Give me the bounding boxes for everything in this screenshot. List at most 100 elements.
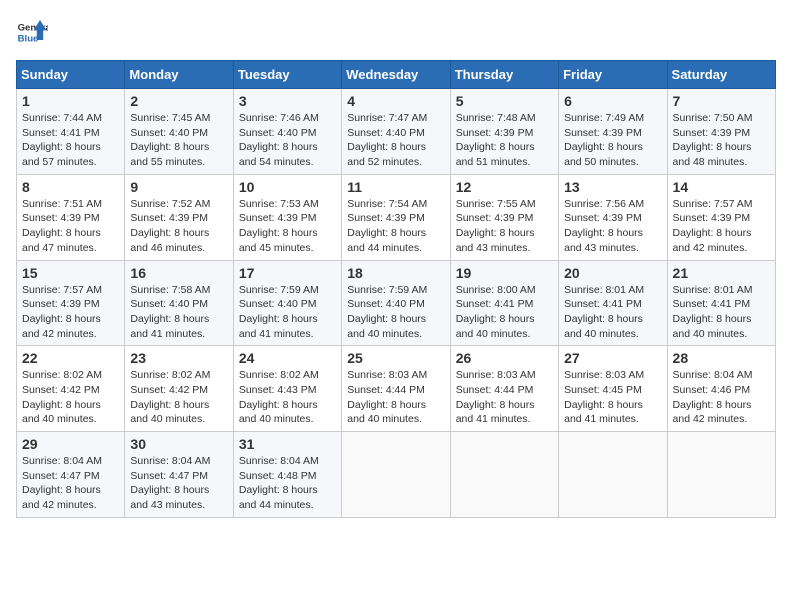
day-cell-21: 21 Sunrise: 8:01 AM Sunset: 4:41 PM Dayl… <box>667 260 775 346</box>
day-info: Sunrise: 7:51 AM Sunset: 4:39 PM Dayligh… <box>22 197 119 256</box>
day-number: 10 <box>239 179 336 195</box>
empty-cell <box>342 432 450 518</box>
day-info: Sunrise: 7:50 AM Sunset: 4:39 PM Dayligh… <box>673 111 770 170</box>
calendar-week-5: 29 Sunrise: 8:04 AM Sunset: 4:47 PM Dayl… <box>17 432 776 518</box>
header-friday: Friday <box>559 61 667 89</box>
day-number: 26 <box>456 350 553 366</box>
day-number: 5 <box>456 93 553 109</box>
day-info: Sunrise: 8:04 AM Sunset: 4:47 PM Dayligh… <box>22 454 119 513</box>
day-info: Sunrise: 7:46 AM Sunset: 4:40 PM Dayligh… <box>239 111 336 170</box>
svg-text:Blue: Blue <box>18 34 39 45</box>
day-info: Sunrise: 8:04 AM Sunset: 4:48 PM Dayligh… <box>239 454 336 513</box>
day-number: 21 <box>673 265 770 281</box>
day-info: Sunrise: 7:55 AM Sunset: 4:39 PM Dayligh… <box>456 197 553 256</box>
day-cell-19: 19 Sunrise: 8:00 AM Sunset: 4:41 PM Dayl… <box>450 260 558 346</box>
day-number: 4 <box>347 93 444 109</box>
day-info: Sunrise: 8:01 AM Sunset: 4:41 PM Dayligh… <box>564 283 661 342</box>
day-cell-7: 7 Sunrise: 7:50 AM Sunset: 4:39 PM Dayli… <box>667 89 775 175</box>
day-info: Sunrise: 7:54 AM Sunset: 4:39 PM Dayligh… <box>347 197 444 256</box>
day-cell-30: 30 Sunrise: 8:04 AM Sunset: 4:47 PM Dayl… <box>125 432 233 518</box>
day-number: 3 <box>239 93 336 109</box>
day-number: 16 <box>130 265 227 281</box>
day-number: 6 <box>564 93 661 109</box>
day-number: 11 <box>347 179 444 195</box>
day-cell-10: 10 Sunrise: 7:53 AM Sunset: 4:39 PM Dayl… <box>233 174 341 260</box>
header-monday: Monday <box>125 61 233 89</box>
day-cell-31: 31 Sunrise: 8:04 AM Sunset: 4:48 PM Dayl… <box>233 432 341 518</box>
day-cell-20: 20 Sunrise: 8:01 AM Sunset: 4:41 PM Dayl… <box>559 260 667 346</box>
day-number: 27 <box>564 350 661 366</box>
logo: General Blue <box>16 16 52 48</box>
day-number: 22 <box>22 350 119 366</box>
calendar-week-4: 22 Sunrise: 8:02 AM Sunset: 4:42 PM Dayl… <box>17 346 776 432</box>
header-tuesday: Tuesday <box>233 61 341 89</box>
day-info: Sunrise: 7:59 AM Sunset: 4:40 PM Dayligh… <box>347 283 444 342</box>
day-cell-25: 25 Sunrise: 8:03 AM Sunset: 4:44 PM Dayl… <box>342 346 450 432</box>
day-number: 29 <box>22 436 119 452</box>
day-info: Sunrise: 7:59 AM Sunset: 4:40 PM Dayligh… <box>239 283 336 342</box>
day-info: Sunrise: 7:58 AM Sunset: 4:40 PM Dayligh… <box>130 283 227 342</box>
day-number: 23 <box>130 350 227 366</box>
day-number: 28 <box>673 350 770 366</box>
day-number: 17 <box>239 265 336 281</box>
day-cell-9: 9 Sunrise: 7:52 AM Sunset: 4:39 PM Dayli… <box>125 174 233 260</box>
day-cell-27: 27 Sunrise: 8:03 AM Sunset: 4:45 PM Dayl… <box>559 346 667 432</box>
day-cell-16: 16 Sunrise: 7:58 AM Sunset: 4:40 PM Dayl… <box>125 260 233 346</box>
day-number: 8 <box>22 179 119 195</box>
day-number: 30 <box>130 436 227 452</box>
page-header: General Blue <box>16 16 776 48</box>
day-number: 24 <box>239 350 336 366</box>
day-number: 13 <box>564 179 661 195</box>
day-info: Sunrise: 7:49 AM Sunset: 4:39 PM Dayligh… <box>564 111 661 170</box>
day-number: 15 <box>22 265 119 281</box>
day-info: Sunrise: 7:47 AM Sunset: 4:40 PM Dayligh… <box>347 111 444 170</box>
day-cell-18: 18 Sunrise: 7:59 AM Sunset: 4:40 PM Dayl… <box>342 260 450 346</box>
empty-cell <box>450 432 558 518</box>
day-cell-29: 29 Sunrise: 8:04 AM Sunset: 4:47 PM Dayl… <box>17 432 125 518</box>
day-cell-14: 14 Sunrise: 7:57 AM Sunset: 4:39 PM Dayl… <box>667 174 775 260</box>
day-cell-3: 3 Sunrise: 7:46 AM Sunset: 4:40 PM Dayli… <box>233 89 341 175</box>
day-number: 25 <box>347 350 444 366</box>
day-cell-12: 12 Sunrise: 7:55 AM Sunset: 4:39 PM Dayl… <box>450 174 558 260</box>
day-info: Sunrise: 7:56 AM Sunset: 4:39 PM Dayligh… <box>564 197 661 256</box>
day-info: Sunrise: 8:00 AM Sunset: 4:41 PM Dayligh… <box>456 283 553 342</box>
day-info: Sunrise: 8:02 AM Sunset: 4:43 PM Dayligh… <box>239 368 336 427</box>
day-number: 1 <box>22 93 119 109</box>
day-number: 14 <box>673 179 770 195</box>
day-cell-17: 17 Sunrise: 7:59 AM Sunset: 4:40 PM Dayl… <box>233 260 341 346</box>
day-number: 18 <box>347 265 444 281</box>
day-cell-15: 15 Sunrise: 7:57 AM Sunset: 4:39 PM Dayl… <box>17 260 125 346</box>
day-cell-1: 1 Sunrise: 7:44 AM Sunset: 4:41 PM Dayli… <box>17 89 125 175</box>
day-info: Sunrise: 8:03 AM Sunset: 4:44 PM Dayligh… <box>347 368 444 427</box>
day-cell-11: 11 Sunrise: 7:54 AM Sunset: 4:39 PM Dayl… <box>342 174 450 260</box>
day-cell-5: 5 Sunrise: 7:48 AM Sunset: 4:39 PM Dayli… <box>450 89 558 175</box>
day-cell-24: 24 Sunrise: 8:02 AM Sunset: 4:43 PM Dayl… <box>233 346 341 432</box>
day-number: 9 <box>130 179 227 195</box>
calendar-table: Sunday Monday Tuesday Wednesday Thursday… <box>16 60 776 518</box>
day-number: 12 <box>456 179 553 195</box>
header-sunday: Sunday <box>17 61 125 89</box>
day-cell-2: 2 Sunrise: 7:45 AM Sunset: 4:40 PM Dayli… <box>125 89 233 175</box>
day-info: Sunrise: 7:48 AM Sunset: 4:39 PM Dayligh… <box>456 111 553 170</box>
day-info: Sunrise: 8:04 AM Sunset: 4:47 PM Dayligh… <box>130 454 227 513</box>
day-info: Sunrise: 8:03 AM Sunset: 4:44 PM Dayligh… <box>456 368 553 427</box>
day-info: Sunrise: 7:57 AM Sunset: 4:39 PM Dayligh… <box>673 197 770 256</box>
empty-cell <box>667 432 775 518</box>
day-cell-22: 22 Sunrise: 8:02 AM Sunset: 4:42 PM Dayl… <box>17 346 125 432</box>
day-number: 20 <box>564 265 661 281</box>
logo-icon: General Blue <box>16 16 48 48</box>
header-row: Sunday Monday Tuesday Wednesday Thursday… <box>17 61 776 89</box>
day-info: Sunrise: 7:44 AM Sunset: 4:41 PM Dayligh… <box>22 111 119 170</box>
day-cell-26: 26 Sunrise: 8:03 AM Sunset: 4:44 PM Dayl… <box>450 346 558 432</box>
calendar-week-2: 8 Sunrise: 7:51 AM Sunset: 4:39 PM Dayli… <box>17 174 776 260</box>
day-number: 19 <box>456 265 553 281</box>
day-cell-6: 6 Sunrise: 7:49 AM Sunset: 4:39 PM Dayli… <box>559 89 667 175</box>
day-number: 7 <box>673 93 770 109</box>
day-cell-28: 28 Sunrise: 8:04 AM Sunset: 4:46 PM Dayl… <box>667 346 775 432</box>
day-number: 31 <box>239 436 336 452</box>
day-info: Sunrise: 8:01 AM Sunset: 4:41 PM Dayligh… <box>673 283 770 342</box>
empty-cell <box>559 432 667 518</box>
header-saturday: Saturday <box>667 61 775 89</box>
header-thursday: Thursday <box>450 61 558 89</box>
day-info: Sunrise: 8:02 AM Sunset: 4:42 PM Dayligh… <box>22 368 119 427</box>
